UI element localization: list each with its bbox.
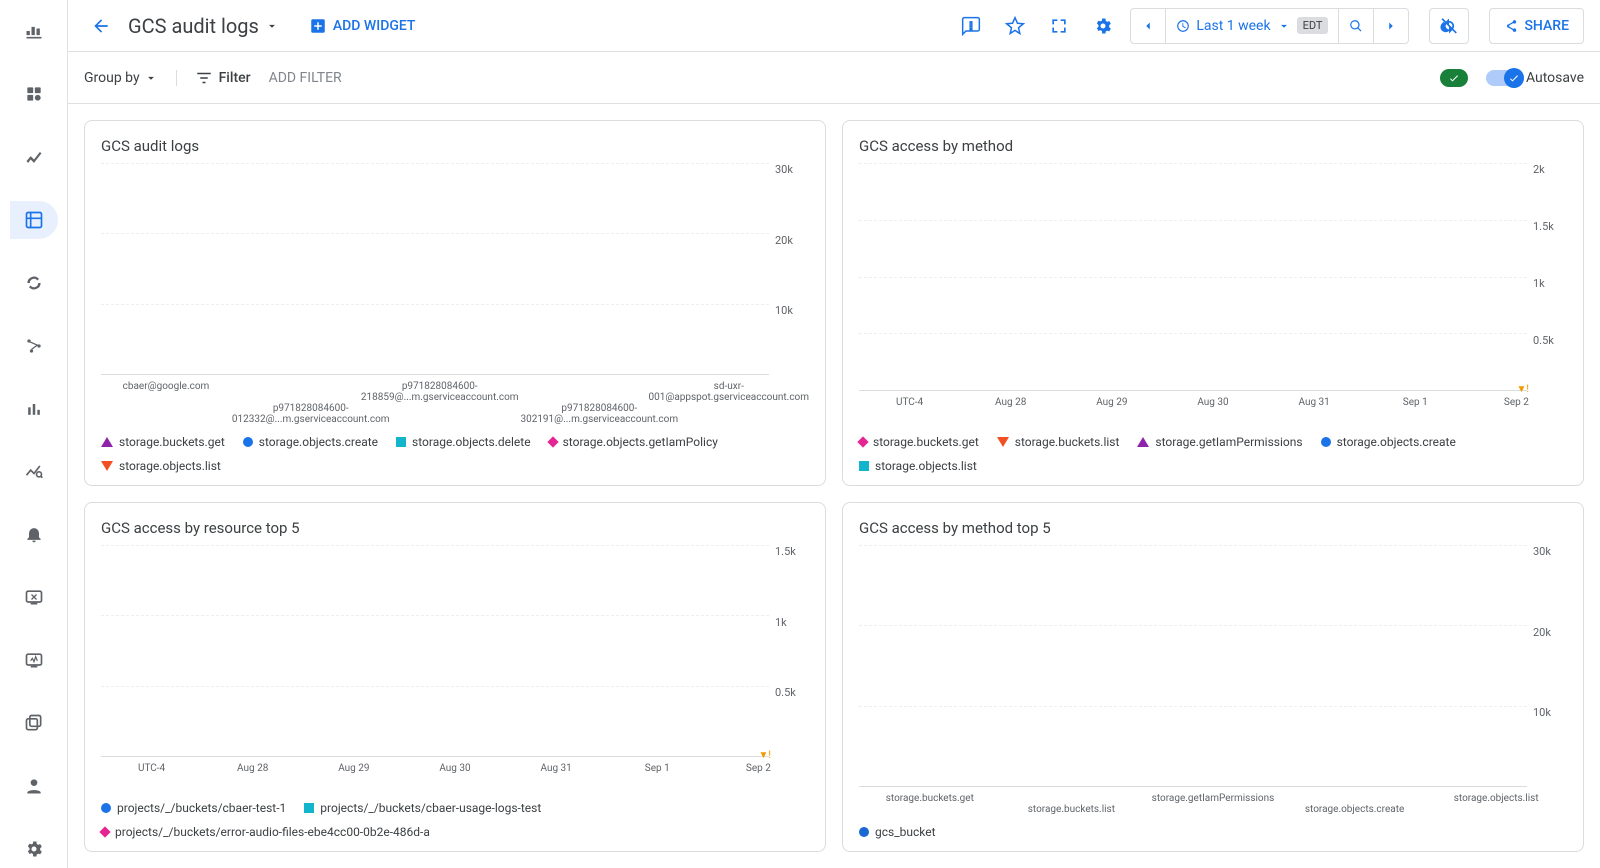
- x-axis: storage.buckets.getstorage.getIamPermiss…: [859, 793, 1567, 804]
- caret-down-icon: [144, 71, 158, 85]
- nav-alerting[interactable]: [10, 515, 58, 554]
- nav-slos[interactable]: [10, 326, 58, 365]
- clock-icon: [1176, 19, 1190, 33]
- dashboard-title: GCS audit logs: [128, 14, 259, 38]
- nav-error[interactable]: [10, 578, 58, 617]
- dashboard-grid: GCS audit logs △ 30k20k10k cbaer@google.…: [68, 104, 1600, 868]
- time-range-button[interactable]: Last 1 week EDT: [1166, 9, 1339, 43]
- nav-logo[interactable]: [10, 12, 58, 51]
- side-nav: [0, 0, 68, 868]
- chart-title: GCS access by method top 5: [859, 519, 1567, 537]
- nav-dashboards[interactable]: [10, 201, 58, 240]
- legend-item[interactable]: projects/_/buckets/cbaer-test-1: [101, 801, 286, 815]
- chart-title: GCS audit logs: [101, 137, 809, 155]
- filter-label: Filter: [219, 70, 251, 86]
- y-axis: 30k20k10k: [769, 163, 809, 375]
- annotate-button[interactable]: [954, 9, 988, 43]
- group-by-label: Group by: [84, 70, 140, 86]
- legend-item[interactable]: projects/_/buckets/error-audio-files-ebe…: [101, 825, 430, 839]
- nav-groups[interactable]: [10, 703, 58, 742]
- chart-plot-c3[interactable]: ▼!: [101, 545, 769, 757]
- legend-item[interactable]: gcs_bucket: [859, 825, 936, 839]
- top-bar: GCS audit logs ADD WIDGET Last 1 week ED…: [68, 0, 1600, 52]
- chart-legend: gcs_bucket: [859, 825, 1567, 839]
- back-button[interactable]: [84, 9, 118, 43]
- chart-card-c3: GCS access by resource top 5 ▼! 1.5k1k0.…: [84, 502, 826, 852]
- chart-plot-c2[interactable]: ▼!: [859, 163, 1527, 391]
- warning-flag-icon: ▼!: [759, 750, 771, 761]
- autosave-label: Autosave: [1526, 70, 1584, 86]
- legend-item[interactable]: storage.buckets.get: [859, 435, 979, 449]
- x-axis-row2: storage.buckets.liststorage.objects.crea…: [859, 804, 1567, 815]
- legend-item[interactable]: storage.buckets.list: [997, 435, 1120, 449]
- share-icon: [1504, 19, 1518, 33]
- nav-settings[interactable]: [10, 829, 58, 868]
- nav-overview[interactable]: [10, 75, 58, 114]
- y-axis: 1.5k1k0.5k: [769, 545, 809, 757]
- time-range-label: Last 1 week: [1196, 18, 1270, 34]
- chart-card-c4: GCS access by method top 5 30k20k10k sto…: [842, 502, 1584, 852]
- toggle-knob: [1504, 68, 1524, 88]
- nav-uptime[interactable]: [10, 389, 58, 428]
- warning-flag-icon: ▼!: [1517, 384, 1529, 395]
- filter-button[interactable]: Filter: [195, 69, 251, 87]
- chart-plot-c4[interactable]: [859, 545, 1527, 787]
- legend-item[interactable]: storage.objects.delete: [396, 435, 531, 449]
- nav-user[interactable]: [10, 766, 58, 805]
- filter-bar: Group by Filter ADD FILTER Autosave: [68, 52, 1600, 104]
- nav-metrics[interactable]: [10, 138, 58, 177]
- nav-services[interactable]: [10, 263, 58, 302]
- chart-legend: storage.buckets.get storage.buckets.list s…: [859, 435, 1567, 473]
- status-ok-badge: [1440, 69, 1468, 87]
- chart-card-c2: GCS access by method ▼! 2k1.5k1k0.5k UTC…: [842, 120, 1584, 486]
- time-prev-button[interactable]: [1131, 9, 1166, 43]
- dashboard-title-dropdown[interactable]: GCS audit logs: [128, 14, 279, 38]
- legend-item[interactable]: storage.objects.list: [101, 459, 221, 473]
- add-widget-button[interactable]: ADD WIDGET: [309, 17, 416, 35]
- filter-icon: [195, 69, 213, 87]
- fullscreen-button[interactable]: [1042, 9, 1076, 43]
- x-axis-row2: p971828084600-012332@...m.gserviceaccoun…: [101, 403, 809, 425]
- caret-down-icon: [265, 19, 279, 33]
- time-range-selector: Last 1 week EDT: [1130, 8, 1409, 44]
- nav-explore[interactable]: [10, 452, 58, 491]
- add-widget-label: ADD WIDGET: [333, 18, 416, 34]
- settings-button[interactable]: [1086, 9, 1120, 43]
- y-axis: 30k20k10k: [1527, 545, 1567, 787]
- x-axis: UTC-4Aug 28Aug 29Aug 30Aug 31Sep 1Sep 2: [859, 397, 1567, 425]
- legend-item[interactable]: storage.objects.create: [1321, 435, 1456, 449]
- add-filter-button[interactable]: ADD FILTER: [269, 70, 342, 86]
- chart-plot-c1[interactable]: △: [101, 163, 769, 375]
- share-label: SHARE: [1524, 18, 1569, 34]
- caret-down-icon: [1277, 19, 1291, 33]
- plus-box-icon: [309, 17, 327, 35]
- chart-legend: projects/_/buckets/cbaer-test-1 projects/…: [101, 801, 809, 839]
- toggle-track: [1486, 70, 1522, 86]
- chart-title: GCS access by resource top 5: [101, 519, 809, 537]
- legend-item[interactable]: storage.objects.create: [243, 435, 378, 449]
- chart-legend: storage.buckets.get storage.objects.creat…: [101, 435, 809, 473]
- sync-off-button[interactable]: [1429, 8, 1469, 44]
- legend-item[interactable]: projects/_/buckets/cbaer-usage-logs-test: [304, 801, 541, 815]
- y-axis: 2k1.5k1k0.5k: [1527, 163, 1567, 391]
- nav-monitor2[interactable]: [10, 641, 58, 680]
- chart-title: GCS access by method: [859, 137, 1567, 155]
- legend-item[interactable]: storage.objects.list: [859, 459, 977, 473]
- group-by-dropdown[interactable]: Group by: [84, 70, 177, 86]
- time-zoom-button[interactable]: [1339, 9, 1374, 43]
- x-axis: UTC-4Aug 28Aug 29Aug 30Aug 31Sep 1Sep 2: [101, 763, 809, 791]
- tz-badge: EDT: [1297, 17, 1329, 34]
- chart-card-c1: GCS audit logs △ 30k20k10k cbaer@google.…: [84, 120, 826, 486]
- legend-item[interactable]: storage.getIamPermissions: [1137, 435, 1302, 449]
- x-axis: cbaer@google.comp971828084600-218859@...…: [101, 381, 809, 403]
- autosave-toggle[interactable]: Autosave: [1486, 70, 1584, 86]
- legend-item[interactable]: storage.buckets.get: [101, 435, 225, 449]
- star-button[interactable]: [998, 9, 1032, 43]
- time-next-button[interactable]: [1374, 9, 1408, 43]
- share-button[interactable]: SHARE: [1489, 8, 1584, 44]
- legend-item[interactable]: storage.objects.getIamPolicy: [549, 435, 718, 449]
